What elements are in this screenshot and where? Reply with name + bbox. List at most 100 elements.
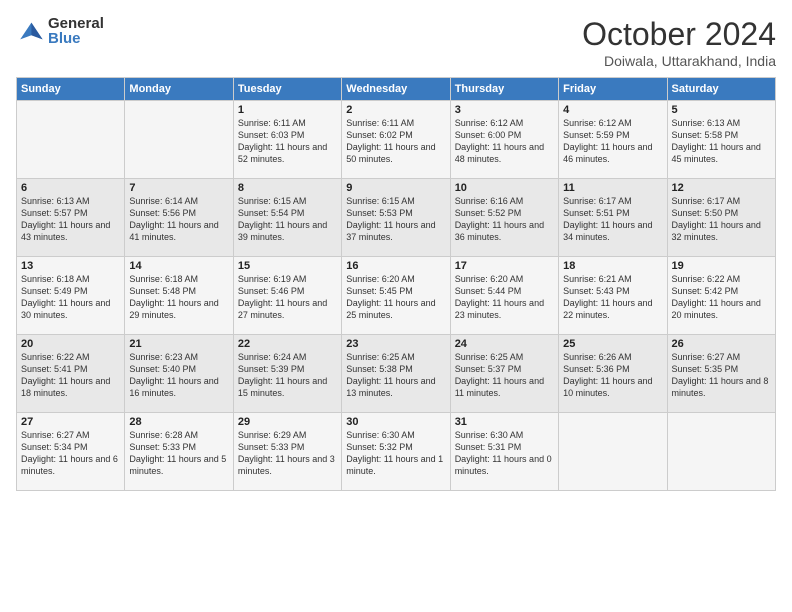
col-header-thursday: Thursday — [450, 78, 558, 101]
week-row-5: 27Sunrise: 6:27 AMSunset: 5:34 PMDayligh… — [17, 413, 776, 491]
day-cell: 17Sunrise: 6:20 AMSunset: 5:44 PMDayligh… — [450, 257, 558, 335]
week-row-1: 1Sunrise: 6:11 AMSunset: 6:03 PMDaylight… — [17, 101, 776, 179]
day-cell: 8Sunrise: 6:15 AMSunset: 5:54 PMDaylight… — [233, 179, 341, 257]
day-number: 5 — [672, 104, 771, 116]
day-cell: 22Sunrise: 6:24 AMSunset: 5:39 PMDayligh… — [233, 335, 341, 413]
day-info: Sunrise: 6:12 AMSunset: 5:59 PMDaylight:… — [563, 117, 662, 166]
day-cell: 16Sunrise: 6:20 AMSunset: 5:45 PMDayligh… — [342, 257, 450, 335]
day-cell: 12Sunrise: 6:17 AMSunset: 5:50 PMDayligh… — [667, 179, 775, 257]
day-info: Sunrise: 6:21 AMSunset: 5:43 PMDaylight:… — [563, 273, 662, 322]
day-info: Sunrise: 6:11 AMSunset: 6:03 PMDaylight:… — [238, 117, 337, 166]
day-cell: 25Sunrise: 6:26 AMSunset: 5:36 PMDayligh… — [559, 335, 667, 413]
day-info: Sunrise: 6:26 AMSunset: 5:36 PMDaylight:… — [563, 351, 662, 400]
logo-icon — [16, 17, 44, 45]
day-cell: 4Sunrise: 6:12 AMSunset: 5:59 PMDaylight… — [559, 101, 667, 179]
day-cell: 24Sunrise: 6:25 AMSunset: 5:37 PMDayligh… — [450, 335, 558, 413]
col-header-friday: Friday — [559, 78, 667, 101]
day-info: Sunrise: 6:18 AMSunset: 5:48 PMDaylight:… — [129, 273, 228, 322]
day-cell — [667, 413, 775, 491]
day-number: 21 — [129, 338, 228, 350]
day-info: Sunrise: 6:13 AMSunset: 5:58 PMDaylight:… — [672, 117, 771, 166]
day-cell: 28Sunrise: 6:28 AMSunset: 5:33 PMDayligh… — [125, 413, 233, 491]
day-cell — [17, 101, 125, 179]
day-info: Sunrise: 6:14 AMSunset: 5:56 PMDaylight:… — [129, 195, 228, 244]
day-info: Sunrise: 6:22 AMSunset: 5:41 PMDaylight:… — [21, 351, 120, 400]
day-info: Sunrise: 6:30 AMSunset: 5:32 PMDaylight:… — [346, 429, 445, 478]
logo-text: General Blue — [48, 16, 104, 46]
day-number: 24 — [455, 338, 554, 350]
col-header-wednesday: Wednesday — [342, 78, 450, 101]
day-info: Sunrise: 6:15 AMSunset: 5:53 PMDaylight:… — [346, 195, 445, 244]
day-number: 6 — [21, 182, 120, 194]
day-number: 28 — [129, 416, 228, 428]
day-cell: 2Sunrise: 6:11 AMSunset: 6:02 PMDaylight… — [342, 101, 450, 179]
day-info: Sunrise: 6:17 AMSunset: 5:50 PMDaylight:… — [672, 195, 771, 244]
location: Doiwala, Uttarakhand, India — [582, 53, 776, 69]
day-cell: 7Sunrise: 6:14 AMSunset: 5:56 PMDaylight… — [125, 179, 233, 257]
day-number: 22 — [238, 338, 337, 350]
day-number: 17 — [455, 260, 554, 272]
page-header: General Blue October 2024 Doiwala, Uttar… — [16, 16, 776, 69]
col-header-monday: Monday — [125, 78, 233, 101]
day-number: 30 — [346, 416, 445, 428]
day-cell: 27Sunrise: 6:27 AMSunset: 5:34 PMDayligh… — [17, 413, 125, 491]
day-cell: 14Sunrise: 6:18 AMSunset: 5:48 PMDayligh… — [125, 257, 233, 335]
day-cell: 10Sunrise: 6:16 AMSunset: 5:52 PMDayligh… — [450, 179, 558, 257]
day-info: Sunrise: 6:27 AMSunset: 5:34 PMDaylight:… — [21, 429, 120, 478]
day-info: Sunrise: 6:18 AMSunset: 5:49 PMDaylight:… — [21, 273, 120, 322]
day-number: 29 — [238, 416, 337, 428]
title-block: October 2024 Doiwala, Uttarakhand, India — [582, 16, 776, 69]
day-number: 25 — [563, 338, 662, 350]
calendar-table: SundayMondayTuesdayWednesdayThursdayFrid… — [16, 77, 776, 491]
day-number: 2 — [346, 104, 445, 116]
col-header-saturday: Saturday — [667, 78, 775, 101]
day-info: Sunrise: 6:11 AMSunset: 6:02 PMDaylight:… — [346, 117, 445, 166]
day-number: 3 — [455, 104, 554, 116]
day-cell — [125, 101, 233, 179]
col-header-sunday: Sunday — [17, 78, 125, 101]
day-number: 16 — [346, 260, 445, 272]
day-info: Sunrise: 6:30 AMSunset: 5:31 PMDaylight:… — [455, 429, 554, 478]
day-info: Sunrise: 6:28 AMSunset: 5:33 PMDaylight:… — [129, 429, 228, 478]
week-row-2: 6Sunrise: 6:13 AMSunset: 5:57 PMDaylight… — [17, 179, 776, 257]
day-cell: 15Sunrise: 6:19 AMSunset: 5:46 PMDayligh… — [233, 257, 341, 335]
day-number: 19 — [672, 260, 771, 272]
logo-general: General — [48, 16, 104, 31]
day-cell: 23Sunrise: 6:25 AMSunset: 5:38 PMDayligh… — [342, 335, 450, 413]
day-info: Sunrise: 6:23 AMSunset: 5:40 PMDaylight:… — [129, 351, 228, 400]
day-number: 15 — [238, 260, 337, 272]
day-cell: 30Sunrise: 6:30 AMSunset: 5:32 PMDayligh… — [342, 413, 450, 491]
day-number: 13 — [21, 260, 120, 272]
day-cell: 21Sunrise: 6:23 AMSunset: 5:40 PMDayligh… — [125, 335, 233, 413]
day-info: Sunrise: 6:16 AMSunset: 5:52 PMDaylight:… — [455, 195, 554, 244]
day-number: 26 — [672, 338, 771, 350]
day-info: Sunrise: 6:22 AMSunset: 5:42 PMDaylight:… — [672, 273, 771, 322]
day-cell: 9Sunrise: 6:15 AMSunset: 5:53 PMDaylight… — [342, 179, 450, 257]
day-number: 7 — [129, 182, 228, 194]
day-cell: 5Sunrise: 6:13 AMSunset: 5:58 PMDaylight… — [667, 101, 775, 179]
week-row-3: 13Sunrise: 6:18 AMSunset: 5:49 PMDayligh… — [17, 257, 776, 335]
day-number: 10 — [455, 182, 554, 194]
day-number: 8 — [238, 182, 337, 194]
day-number: 4 — [563, 104, 662, 116]
day-cell: 31Sunrise: 6:30 AMSunset: 5:31 PMDayligh… — [450, 413, 558, 491]
day-info: Sunrise: 6:17 AMSunset: 5:51 PMDaylight:… — [563, 195, 662, 244]
day-number: 12 — [672, 182, 771, 194]
day-cell: 6Sunrise: 6:13 AMSunset: 5:57 PMDaylight… — [17, 179, 125, 257]
day-info: Sunrise: 6:25 AMSunset: 5:38 PMDaylight:… — [346, 351, 445, 400]
week-row-4: 20Sunrise: 6:22 AMSunset: 5:41 PMDayligh… — [17, 335, 776, 413]
day-number: 27 — [21, 416, 120, 428]
day-number: 20 — [21, 338, 120, 350]
day-info: Sunrise: 6:24 AMSunset: 5:39 PMDaylight:… — [238, 351, 337, 400]
day-number: 31 — [455, 416, 554, 428]
day-cell: 13Sunrise: 6:18 AMSunset: 5:49 PMDayligh… — [17, 257, 125, 335]
logo-blue: Blue — [48, 31, 104, 46]
month-title: October 2024 — [582, 16, 776, 53]
day-number: 14 — [129, 260, 228, 272]
day-number: 23 — [346, 338, 445, 350]
day-info: Sunrise: 6:15 AMSunset: 5:54 PMDaylight:… — [238, 195, 337, 244]
header-row: SundayMondayTuesdayWednesdayThursdayFrid… — [17, 78, 776, 101]
day-info: Sunrise: 6:25 AMSunset: 5:37 PMDaylight:… — [455, 351, 554, 400]
day-cell — [559, 413, 667, 491]
day-info: Sunrise: 6:12 AMSunset: 6:00 PMDaylight:… — [455, 117, 554, 166]
